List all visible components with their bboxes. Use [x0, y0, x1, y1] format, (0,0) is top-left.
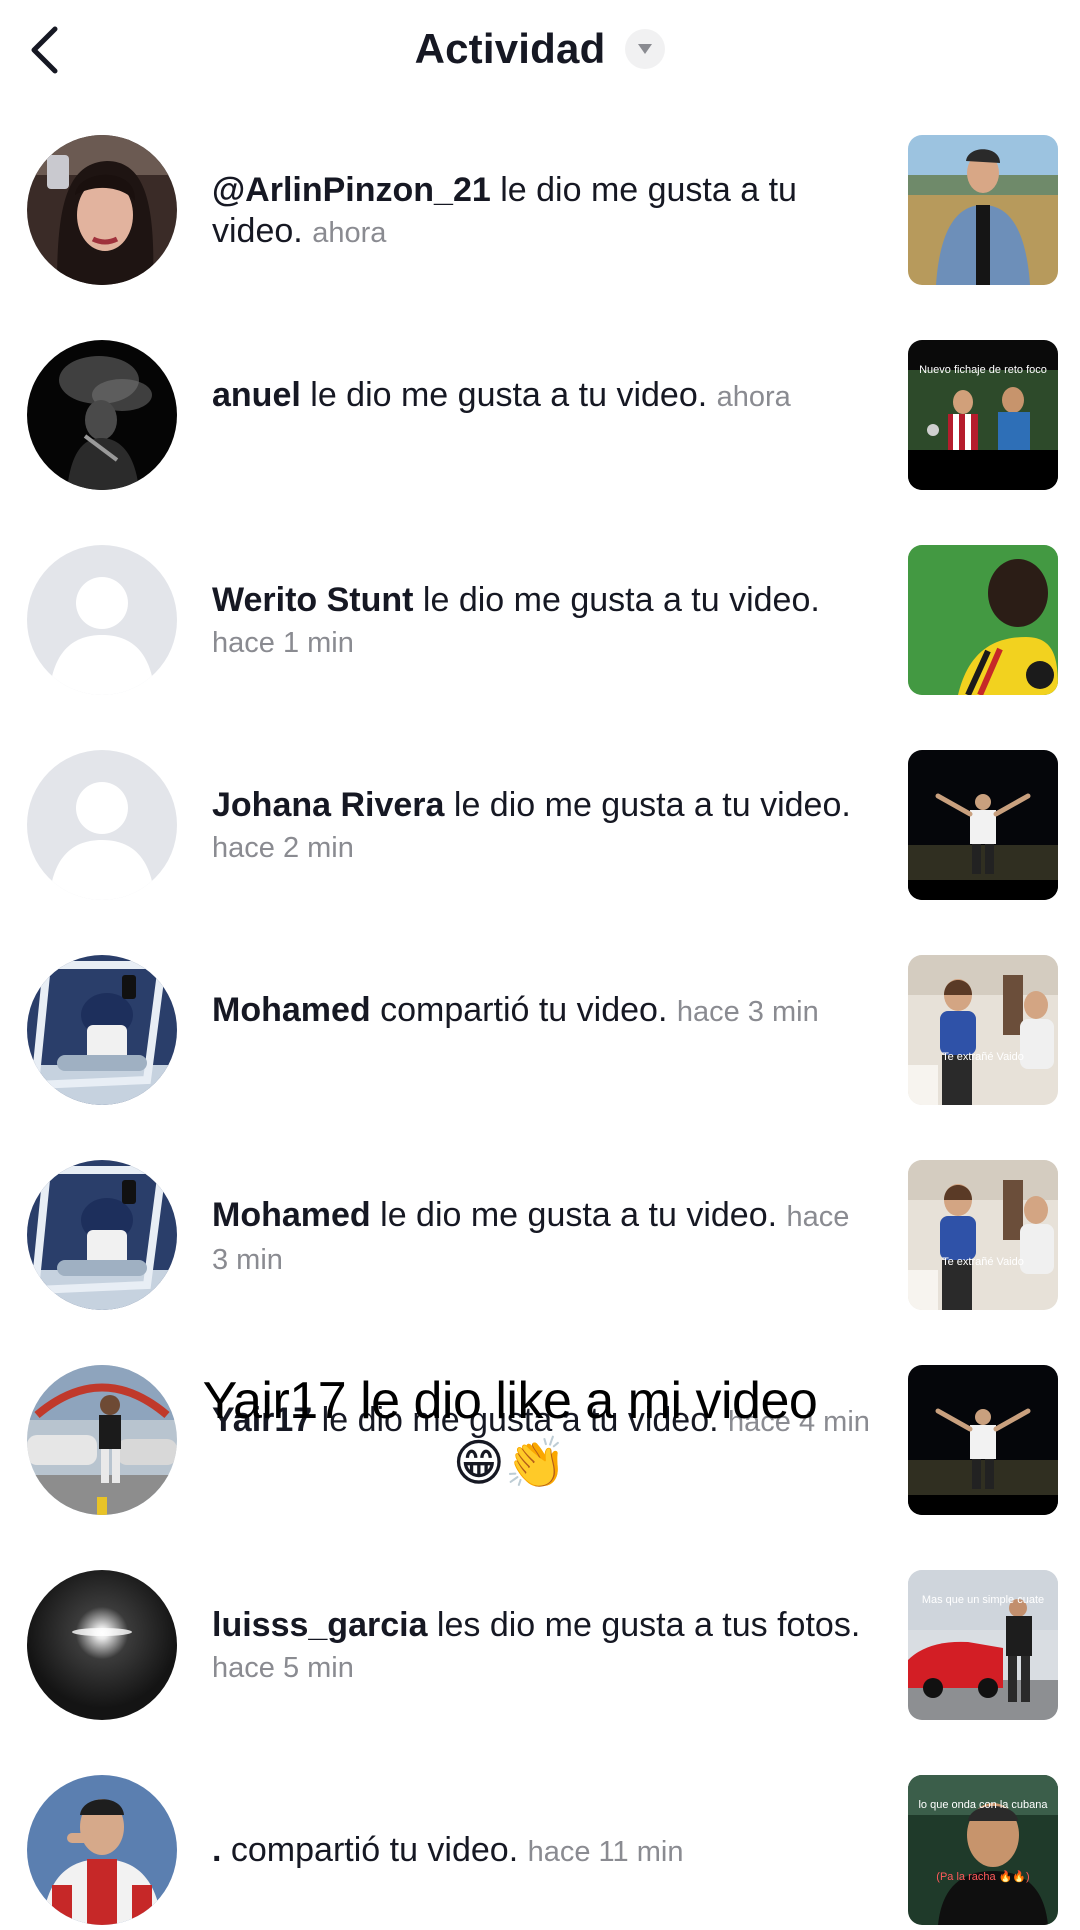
activity-time: hace 1 min [212, 627, 354, 659]
video-thumbnail[interactable]: Mas que un simple cuate [908, 1570, 1058, 1720]
activity-action: le dio me gusta a tu video. [413, 581, 820, 619]
activity-time: hace 11 min [527, 1836, 684, 1868]
activity-row[interactable]: @ArlinPinzon_21 le dio me gusta a tu vid… [0, 130, 1080, 290]
activity-time: hace 3 min [676, 996, 819, 1028]
activity-username[interactable]: Mohamed [212, 1196, 371, 1234]
activity-username[interactable]: Yair17 [212, 1401, 312, 1439]
top-bar: Actividad [0, 0, 1080, 100]
activity-text: Yair17 le dio me gusta a tu video. hace … [212, 1400, 872, 1443]
activity-action: le dio me gusta a tu video. [300, 376, 708, 414]
user-avatar[interactable] [27, 1365, 177, 1515]
thumbnail-caption-secondary: (Pa la racha 🔥🔥) [936, 1871, 1030, 1883]
video-thumbnail[interactable]: lo que onda con la cubana (Pa la racha 🔥🔥… [908, 1775, 1058, 1925]
video-thumbnail[interactable]: Te extrañé Vaido [908, 1160, 1058, 1310]
activity-text: Johana Rivera le dio me gusta a tu video… [212, 785, 872, 869]
user-avatar[interactable] [27, 1570, 177, 1720]
activity-row[interactable]: . compartió tu video. hace 11 min lo que… [0, 1770, 1080, 1930]
user-avatar[interactable] [27, 340, 177, 490]
activity-text: @ArlinPinzon_21 le dio me gusta a tu vid… [212, 170, 872, 254]
user-avatar[interactable] [27, 545, 177, 695]
activity-time: hace 2 min [212, 832, 354, 864]
thumbnail-caption: Mas que un simple cuate [921, 1594, 1045, 1606]
activity-text: . compartió tu video. hace 11 min [212, 1830, 872, 1873]
activity-action: compartió tu video. [221, 1831, 519, 1869]
activity-action: le dio me gusta a tu video. [444, 786, 851, 824]
activity-username[interactable]: Johana Rivera [212, 786, 444, 824]
activity-row[interactable]: Yair17 le dio me gusta a tu video. hace … [0, 1360, 1080, 1520]
activity-text: Mohamed le dio me gusta a tu video. hace… [212, 1195, 872, 1281]
thumbnail-caption: Te extrañé Vaido [942, 1256, 1024, 1268]
activity-text: Werito Stunt le dio me gusta a tu video.… [212, 580, 872, 664]
activity-username[interactable]: @ArlinPinzon_21 [212, 171, 491, 209]
activity-username[interactable]: anuel [212, 376, 301, 414]
activity-time: ahora [312, 217, 387, 249]
activity-action: compartió tu video. [370, 991, 668, 1029]
user-avatar[interactable] [27, 1775, 177, 1925]
activity-time: hace 5 min [212, 1652, 354, 1684]
activity-row[interactable]: luisss_garcia les dio me gusta a tus fot… [0, 1565, 1080, 1725]
activity-row[interactable]: Johana Rivera le dio me gusta a tu video… [0, 745, 1080, 905]
video-thumbnail[interactable] [908, 135, 1058, 285]
thumbnail-caption: Nuevo fichaje de reto foco [919, 364, 1047, 376]
activity-row[interactable]: Mohamed le dio me gusta a tu video. hace… [0, 1155, 1080, 1315]
activity-username[interactable]: Werito Stunt [212, 581, 413, 619]
video-thumbnail[interactable] [908, 545, 1058, 695]
activity-action: le dio me gusta a tu video. [312, 1401, 719, 1439]
user-avatar[interactable] [27, 135, 177, 285]
video-thumbnail[interactable]: Nuevo fichaje de reto foco [908, 340, 1058, 490]
thumbnail-caption: lo que onda con la cubana [918, 1799, 1048, 1811]
user-avatar[interactable] [27, 750, 177, 900]
page-title: Actividad [414, 25, 606, 72]
activity-row[interactable]: Werito Stunt le dio me gusta a tu video.… [0, 540, 1080, 700]
activity-filter-dropdown[interactable] [625, 29, 666, 69]
activity-text: Mohamed compartió tu video. hace 3 min [212, 990, 872, 1033]
activity-time: hace 4 min [728, 1406, 870, 1438]
activity-username[interactable]: Mohamed [212, 991, 371, 1029]
video-thumbnail[interactable]: Te extrañé Vaido [908, 955, 1058, 1105]
activity-time: ahora [716, 381, 791, 413]
thumbnail-caption: Te extrañé Vaido [942, 1051, 1024, 1063]
activity-text: anuel le dio me gusta a tu video. ahora [212, 375, 872, 418]
caret-down-icon [638, 44, 653, 54]
activity-row[interactable]: anuel le dio me gusta a tu video. ahora … [0, 335, 1080, 495]
activity-action: le dio me gusta a tu video. [370, 1196, 778, 1234]
activity-row[interactable]: Mohamed compartió tu video. hace 3 min T… [0, 950, 1080, 1110]
activity-username[interactable]: luisss_garcia [212, 1606, 427, 1644]
video-thumbnail[interactable] [908, 1365, 1058, 1515]
video-thumbnail[interactable] [908, 750, 1058, 900]
user-avatar[interactable] [27, 955, 177, 1105]
activity-text: luisss_garcia les dio me gusta a tus fot… [212, 1605, 872, 1689]
activity-action: les dio me gusta a tus fotos. [427, 1606, 861, 1644]
title-area: Actividad [0, 20, 1080, 78]
user-avatar[interactable] [27, 1160, 177, 1310]
